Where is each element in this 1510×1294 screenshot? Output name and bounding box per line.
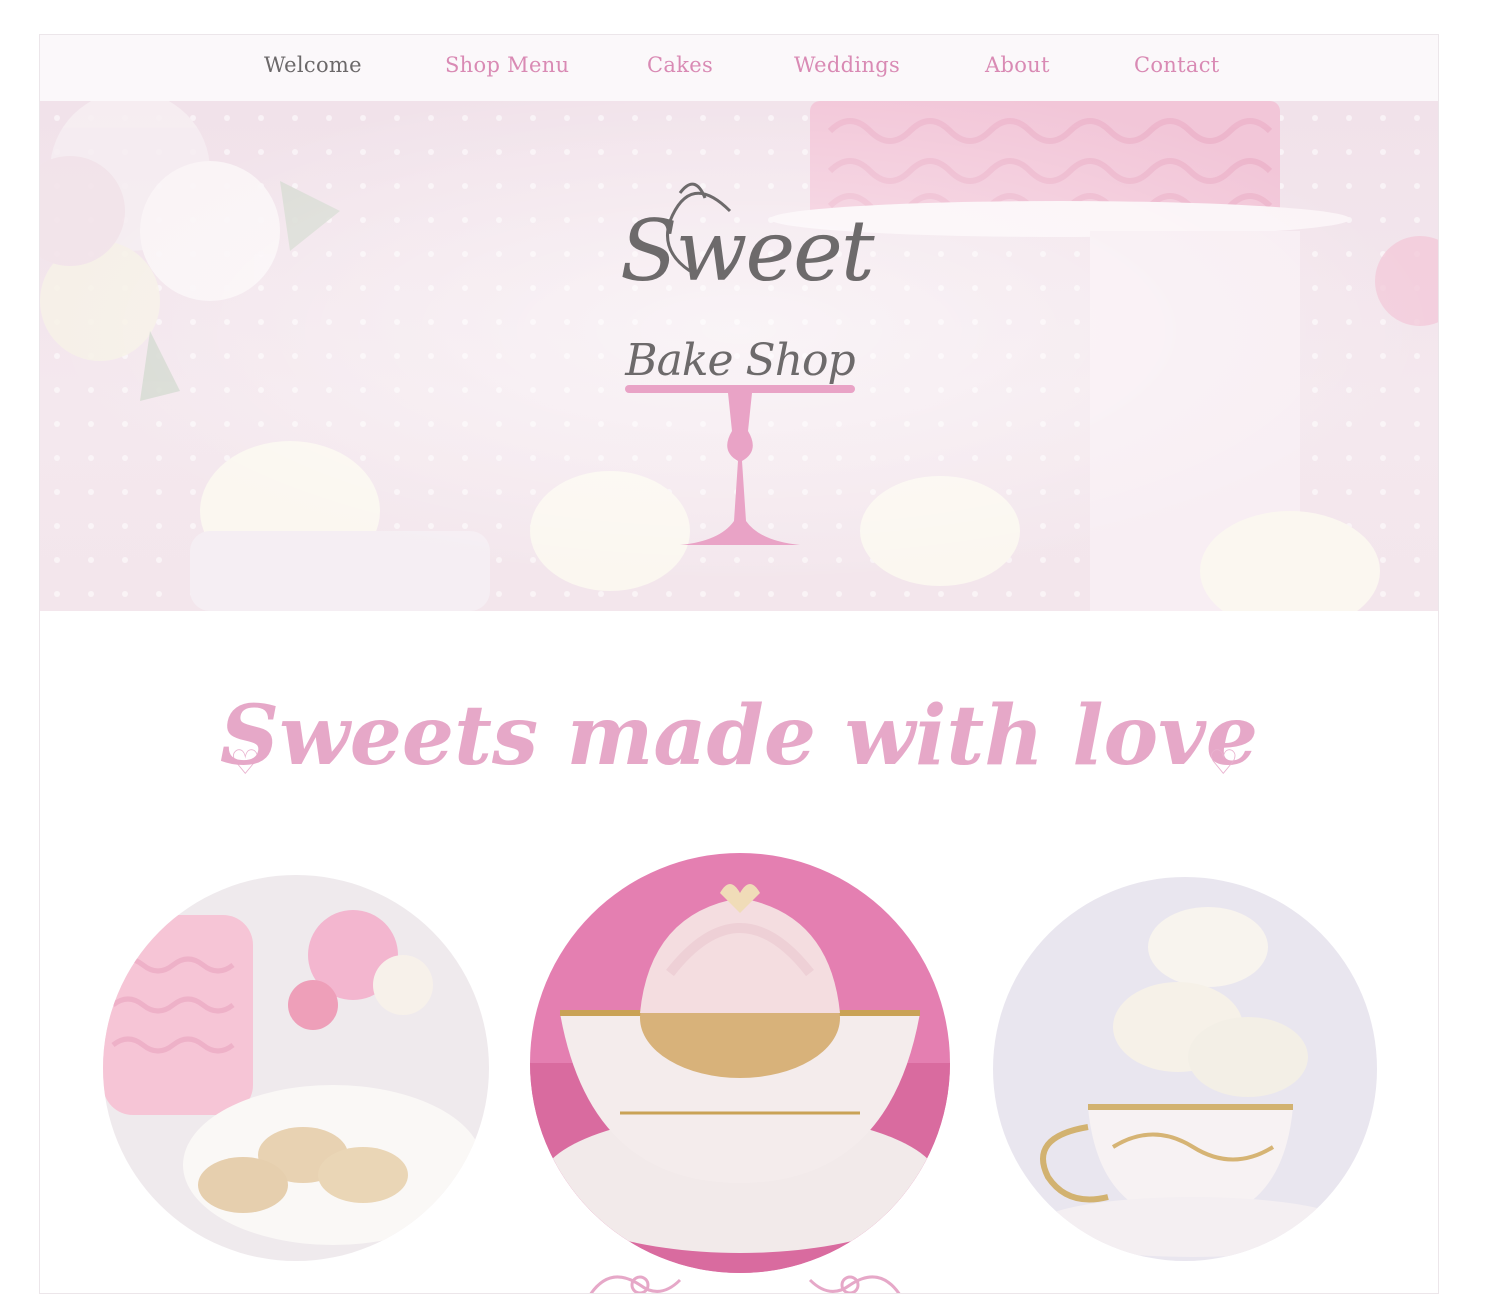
logo-sweet-text: Sweet [620,202,875,300]
nav-item-cakes[interactable]: Cakes [647,53,713,77]
nav-item-contact[interactable]: Contact [1134,53,1220,77]
nav-item-about[interactable]: About [985,53,1050,77]
gallery-image-cupcake-teacup[interactable] [530,853,950,1273]
nav-item-shop-menu[interactable]: Shop Menu [445,53,569,77]
gallery-image-cake-cookies[interactable] [103,875,489,1261]
gallery-image-macarons-teacup[interactable] [993,877,1377,1261]
page-frame: Welcome Shop Menu Cakes Weddings About C… [39,34,1439,1294]
heart-right-icon: ♡ [1208,743,1239,783]
nav-item-weddings[interactable]: Weddings [794,53,900,77]
hero-banner: Sweet Bake Shop [40,101,1438,611]
bottom-flourish-ornament [589,1275,901,1293]
nav-item-welcome[interactable]: Welcome [264,53,362,77]
logo-bake-shop-text: Bake Shop [625,335,855,386]
main-nav: Welcome Shop Menu Cakes Weddings About C… [40,35,1438,101]
